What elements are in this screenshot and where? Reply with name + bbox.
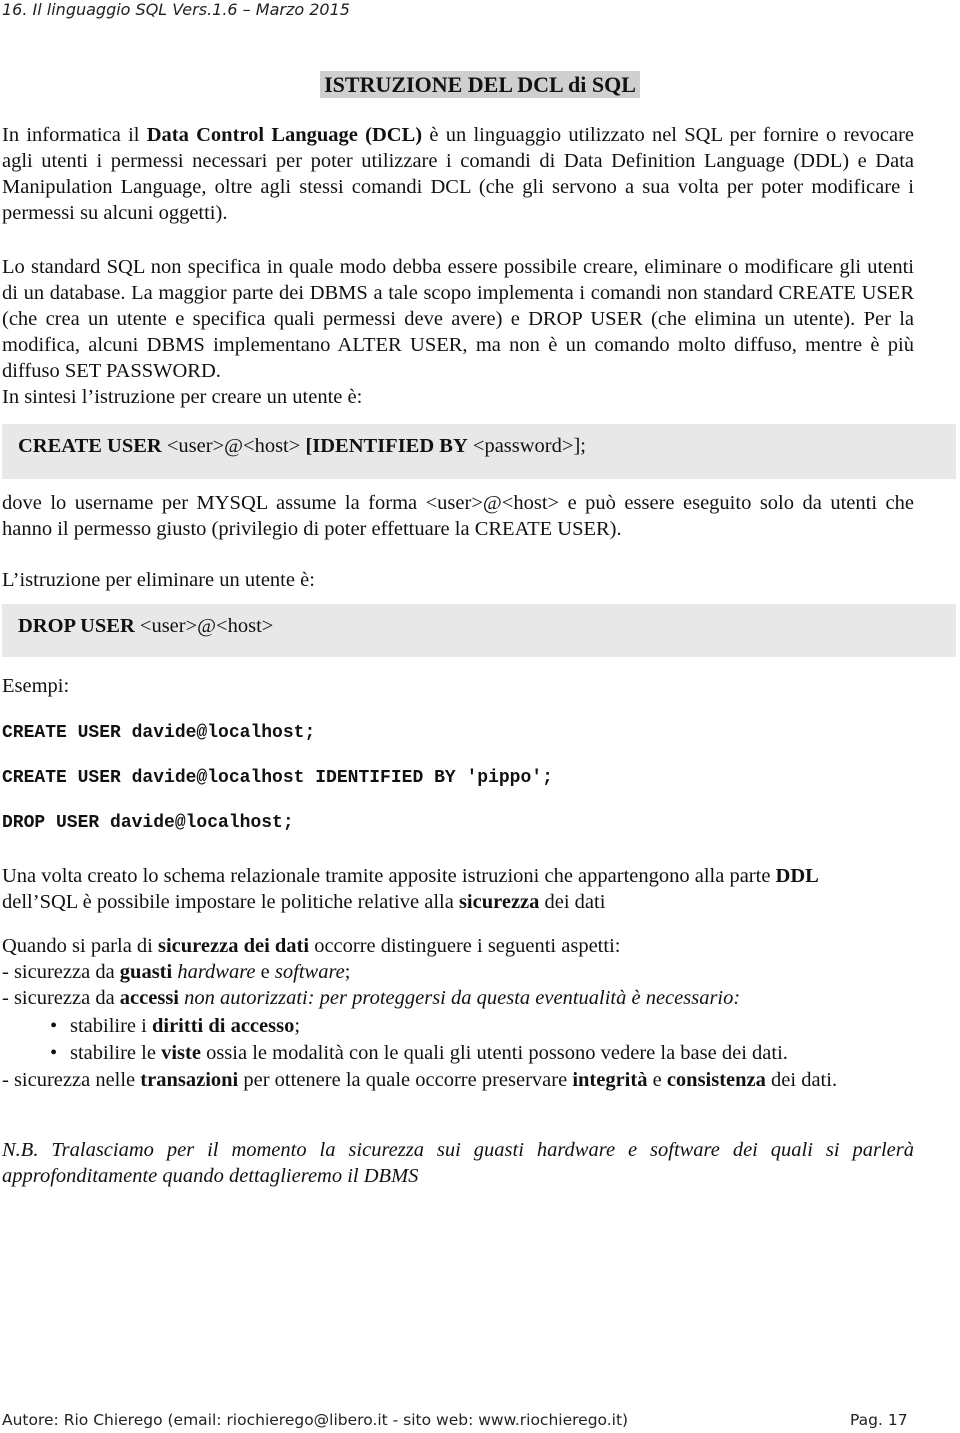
text-run: ; — [294, 1015, 301, 1037]
italic-term: non autorizzati: per proteggersi da ques… — [179, 987, 741, 1009]
italic-term: hardware — [177, 961, 256, 983]
aspect-item: - sicurezza nelle transazioni per ottene… — [2, 1067, 914, 1093]
text-run: occorre distinguere i seguenti aspetti: — [309, 935, 621, 957]
bold-term: accessi — [119, 987, 179, 1009]
text-run: stabilire le — [70, 1042, 162, 1064]
bold-term: diritti di accesso — [151, 1015, 295, 1037]
code-example: DROP USER davide@localhost; — [2, 813, 294, 833]
aspect-item: - sicurezza da guasti hardware e softwar… — [2, 959, 914, 985]
text-run: stabilire i — [70, 1015, 152, 1037]
keyword: DROP USER — [18, 615, 135, 637]
title-wrapper: ISTRUZIONE DEL DCL di SQL — [0, 71, 960, 98]
text-run: In informatica il — [2, 124, 147, 146]
examples-label: Esempi: — [2, 675, 70, 697]
drop-syntax-box: DROP USER <user>@<host> — [2, 604, 956, 657]
text-run: per ottenere la quale occorre preservare — [238, 1069, 573, 1091]
text-run: dell’SQL è possibile impostare le politi… — [2, 891, 459, 913]
create-note: dove lo username per MYSQL assume la for… — [2, 492, 914, 540]
drop-intro: L’istruzione per eliminare un utente è: — [2, 569, 315, 591]
section-title: ISTRUZIONE DEL DCL di SQL — [320, 71, 640, 98]
text-run: e — [255, 961, 275, 983]
bold-term: guasti — [119, 961, 173, 983]
text-run: dei dati — [539, 891, 606, 913]
argument: <password>]; — [467, 435, 586, 457]
bold-term: Data Control Language (DCL) — [146, 124, 423, 146]
security-aspects: Quando si parla di sicurezza dei dati oc… — [2, 933, 914, 1011]
argument: <user>@<host> — [134, 615, 274, 637]
bold-term: DDL — [775, 865, 819, 887]
bold-term: consistenza — [666, 1069, 766, 1091]
code-example: CREATE USER davide@localhost IDENTIFIED … — [2, 768, 553, 788]
keyword: CREATE USER — [18, 435, 162, 457]
aspects-intro: Quando si parla di sicurezza dei dati oc… — [2, 933, 914, 959]
footer-author: Autore: Rio Chierego (email: riochierego… — [2, 1411, 629, 1429]
footer-page-number: Pag. 17 — [850, 1411, 908, 1429]
bold-term: sicurezza — [458, 891, 540, 913]
bullet-item: • stabilire le viste ossia le modalità co… — [50, 1040, 788, 1066]
text-run: ossia le modalità con le quali gli utent… — [200, 1042, 788, 1064]
text-run: - sicurezza da — [2, 961, 120, 983]
text-run: dei dati. — [765, 1069, 838, 1091]
keyword: [IDENTIFIED BY — [305, 435, 468, 457]
create-intro: In sintesi l’istruzione per creare un ut… — [2, 386, 363, 408]
text-run: Quando si parla di — [2, 935, 158, 957]
argument: <user>@<host> — [161, 435, 306, 457]
text-run: e — [647, 1069, 667, 1091]
bold-term: transazioni — [140, 1069, 239, 1091]
bullet-item: • stabilire i diritti di accesso; — [50, 1013, 300, 1039]
running-header: 16. Il linguaggio SQL Vers.1.6 – Marzo 2… — [2, 0, 350, 19]
bullet-icon: • — [50, 1015, 58, 1037]
bold-term: viste — [161, 1042, 201, 1064]
bold-term: sicurezza dei dati — [158, 935, 310, 957]
security-intro: Una volta creato lo schema relazionale t… — [2, 863, 914, 915]
text-run: Una volta creato lo schema relazionale t… — [2, 865, 776, 887]
bold-term: integrità — [572, 1069, 648, 1091]
text-run: ; — [344, 961, 351, 983]
aspect-item: - sicurezza da accessi non autorizzati: … — [2, 985, 914, 1011]
nb-note: N.B. Tralasciamo per il momento la sicur… — [2, 1139, 914, 1187]
drop-syntax: DROP USER <user>@<host> — [18, 613, 273, 639]
standard-paragraph: Lo standard SQL non specifica in quale m… — [2, 256, 914, 382]
intro-paragraph: In informatica il Data Control Language … — [2, 122, 914, 226]
document-page: 16. Il linguaggio SQL Vers.1.6 – Marzo 2… — [0, 0, 960, 1433]
bullet-icon: • — [50, 1042, 58, 1064]
italic-term: software — [274, 961, 345, 983]
code-example: CREATE USER davide@localhost; — [2, 723, 316, 743]
create-syntax: CREATE USER <user>@<host> [IDENTIFIED BY… — [18, 433, 586, 459]
create-syntax-box: CREATE USER <user>@<host> [IDENTIFIED BY… — [2, 424, 956, 479]
text-run: - sicurezza nelle — [2, 1069, 141, 1091]
text-run: - sicurezza da — [2, 987, 120, 1009]
